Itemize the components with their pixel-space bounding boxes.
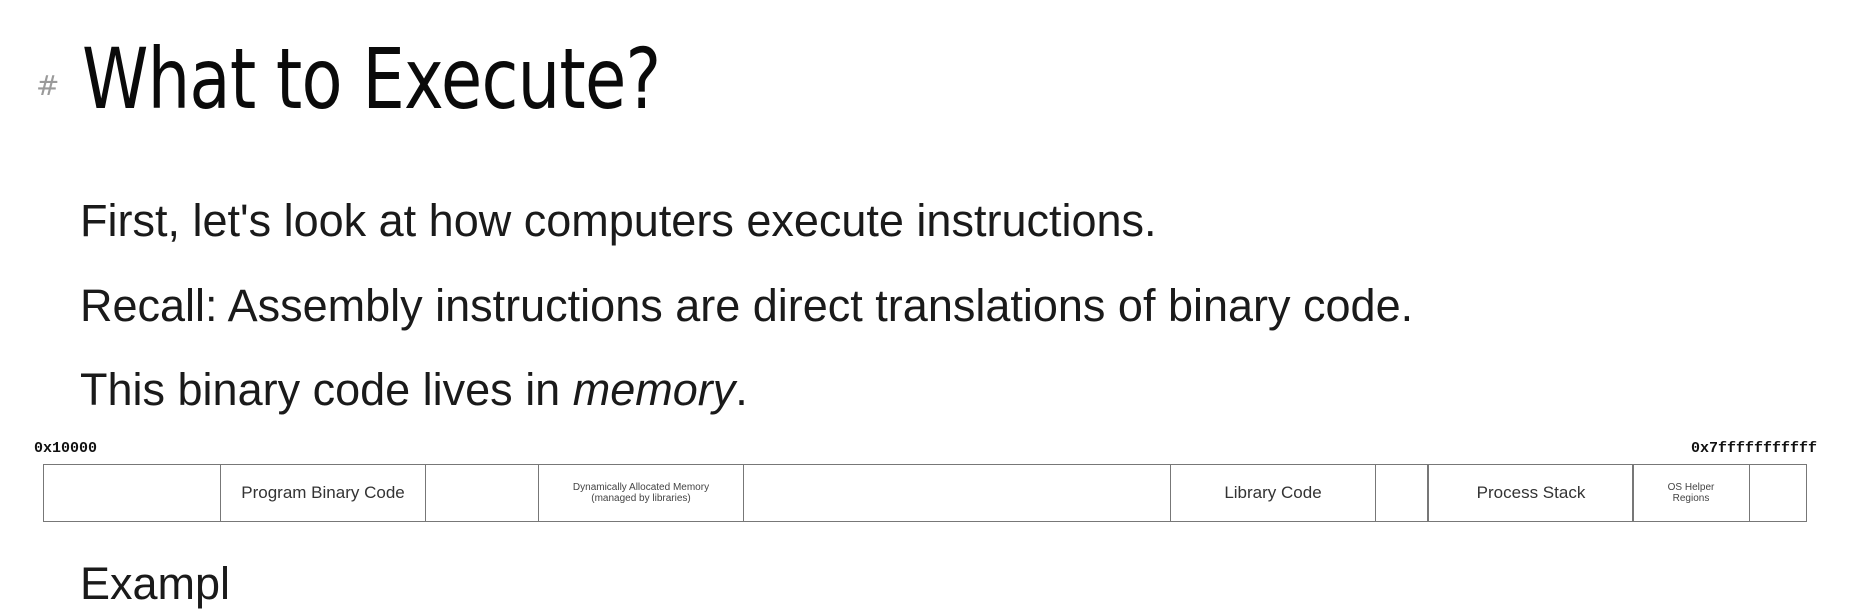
emphasis-memory: memory (572, 364, 736, 415)
heading-anchor-icon[interactable]: # (36, 69, 82, 102)
segment-gap (1376, 465, 1428, 521)
page-title: What to Execute? (82, 30, 661, 128)
segment-label: Program Binary Code (241, 483, 405, 502)
segment-os-helper-regions: OS Helper Regions (1632, 465, 1750, 521)
memory-start-address: 0x10000 (34, 440, 98, 457)
paragraph-binary-in-memory: This binary code lives in memory. (80, 362, 748, 418)
segment-label-line: Dynamically Allocated Memory (572, 482, 710, 493)
segment-label: Dynamically Allocated Memory (managed by… (573, 482, 709, 504)
paragraph-suffix: . (735, 364, 748, 415)
segment-process-stack: Process Stack (1428, 465, 1634, 521)
memory-layout-bar: Program Binary Code Dynamically Allocate… (43, 464, 1807, 522)
segment-label: Library Code (1224, 483, 1322, 502)
paragraph-execute-instructions: First, let's look at how computers execu… (80, 195, 1157, 246)
segment-label: OS Helper Regions (1668, 482, 1715, 504)
segment-label-line: OS Helper (1667, 482, 1715, 493)
memory-end-address: 0x7fffffffffff (1690, 440, 1817, 457)
segment-label: Process Stack (1476, 483, 1586, 502)
slide: # What to Execute? First, let's look at … (0, 0, 1850, 609)
segment-label-line: Regions (1672, 493, 1710, 504)
cut-off-heading: Exampl (80, 558, 231, 609)
segment-dynamic-memory: Dynamically Allocated Memory (managed by… (538, 465, 744, 521)
segment-library-code: Library Code (1170, 465, 1376, 521)
segment-program-binary-code: Program Binary Code (220, 465, 426, 521)
heading-row: # What to Execute? (36, 24, 805, 134)
paragraph-assembly-recall: Recall: Assembly instructions are direct… (80, 280, 1414, 331)
paragraph-prefix: This binary code lives in (80, 364, 573, 415)
segment-label-line: (managed by libraries) (591, 493, 691, 504)
